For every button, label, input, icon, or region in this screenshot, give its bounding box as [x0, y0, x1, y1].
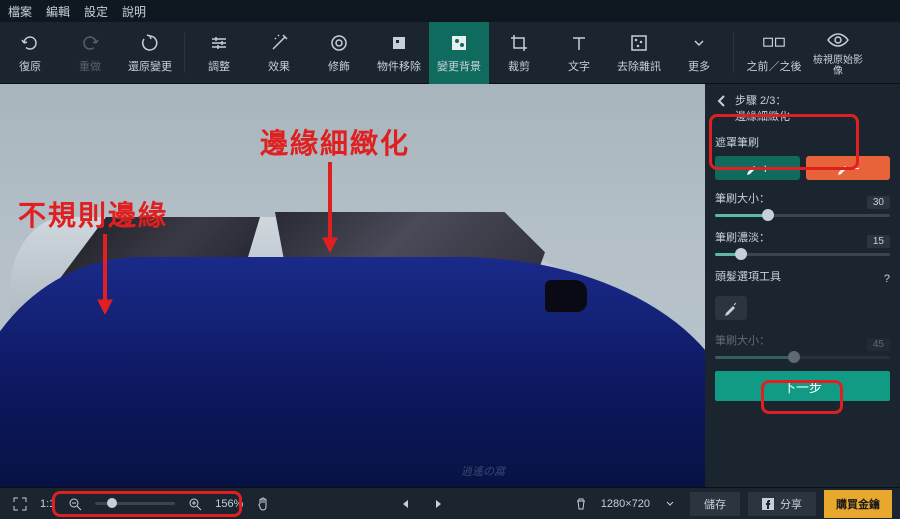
annotation-refine: 邊緣細緻化 [260, 122, 410, 162]
toolbar: 復原 重做 還原變更 調整 效果 修飾 物件移除 變更背景 裁剪 文字 去除雜訊 [0, 22, 900, 84]
help-icon[interactable]: ? [884, 273, 890, 285]
revert-icon [139, 32, 161, 54]
compare-icon [763, 32, 785, 54]
hair-brush-button[interactable] [715, 296, 747, 320]
hair-brush-icon [723, 300, 739, 316]
next-step-button[interactable]: 下一步 [715, 371, 890, 401]
change-bg-tool[interactable]: 變更背景 [429, 22, 489, 84]
undo-tool[interactable]: 復原 [0, 22, 60, 84]
text-tool[interactable]: 文字 [549, 22, 609, 84]
brush-add-button[interactable]: + [715, 156, 800, 180]
watermark-text: 逍遙の窩 [461, 463, 505, 479]
noise-tool[interactable]: 去除雜訊 [609, 22, 669, 84]
text-icon [568, 32, 590, 54]
object-remove-tool[interactable]: 物件移除 [369, 22, 429, 84]
back-arrow-icon[interactable] [715, 94, 729, 108]
adjust-tool[interactable]: 調整 [189, 22, 249, 84]
annotation-irregular: 不規則邊緣 [18, 194, 168, 234]
share-button[interactable]: 分享 [748, 492, 816, 516]
arrow-icon [95, 234, 115, 319]
eye-icon [827, 29, 849, 51]
before-after-tool[interactable]: 之前／之後 [738, 22, 810, 84]
brush-subtract-button[interactable]: − [806, 156, 891, 180]
original-tool[interactable]: 檢視原始影像 [810, 22, 866, 84]
fit-label[interactable]: 1:1 [40, 498, 55, 510]
brush-icon [745, 161, 759, 175]
mask-brush-label: 遮罩筆刷 [715, 134, 890, 150]
menu-settings[interactable]: 設定 [84, 3, 108, 20]
revert-tool[interactable]: 還原變更 [120, 22, 180, 84]
zoom-in-button[interactable] [183, 492, 207, 516]
undo-icon [19, 32, 41, 54]
brush-icon [836, 161, 850, 175]
canvas-area[interactable]: 邊緣細緻化 不規則邊緣 逍遙の窩 [0, 84, 705, 487]
effects-icon [268, 32, 290, 54]
status-bar: 1:1 156% 1280×720 儲存 分享 購買金鑰 [0, 487, 900, 519]
changebg-icon [448, 32, 470, 54]
hair-tool-label: 頭髮選項工具 [715, 268, 781, 284]
zoom-slider[interactable] [95, 502, 175, 505]
brush-size-slider[interactable]: 筆刷大小： 30 [715, 190, 890, 217]
buy-button[interactable]: 購買金鑰 [824, 490, 892, 518]
crop-icon [508, 32, 530, 54]
dropdown-icon[interactable] [658, 492, 682, 516]
more-tool[interactable]: 更多 [669, 22, 729, 84]
crop-tool[interactable]: 裁剪 [489, 22, 549, 84]
menu-file[interactable]: 檔案 [8, 3, 32, 20]
menu-help[interactable]: 說明 [122, 3, 146, 20]
facebook-icon [762, 498, 774, 510]
menu-edit[interactable]: 編輯 [46, 3, 70, 20]
redo-icon [79, 32, 101, 54]
save-button[interactable]: 儲存 [690, 492, 740, 516]
redo-tool[interactable]: 重做 [60, 22, 120, 84]
chevron-down-icon [688, 32, 710, 54]
hand-tool-button[interactable] [251, 492, 275, 516]
menu-bar: 檔案 編輯 設定 說明 [0, 0, 900, 22]
noise-icon [628, 32, 650, 54]
zoom-out-button[interactable] [63, 492, 87, 516]
remove-icon [388, 32, 410, 54]
zoom-value: 156% [215, 498, 243, 510]
effects-tool[interactable]: 效果 [249, 22, 309, 84]
delete-button[interactable] [569, 492, 593, 516]
fullscreen-button[interactable] [8, 492, 32, 516]
retouch-tool[interactable]: 修飾 [309, 22, 369, 84]
step-header: 步驟 2/3： 邊緣細緻化 [715, 92, 890, 124]
prev-button[interactable] [394, 492, 418, 516]
brush-opacity-slider[interactable]: 筆刷濃淡： 15 [715, 229, 890, 256]
dimensions-label: 1280×720 [601, 498, 650, 510]
arrow-icon [320, 162, 340, 257]
adjust-icon [208, 32, 230, 54]
hair-size-slider: 筆刷大小： 45 [715, 332, 890, 359]
sidebar-panel: 步驟 2/3： 邊緣細緻化 遮罩筆刷 + − 筆刷大小： 30 筆刷濃淡： [705, 84, 900, 487]
next-button[interactable] [426, 492, 450, 516]
retouch-icon [328, 32, 350, 54]
